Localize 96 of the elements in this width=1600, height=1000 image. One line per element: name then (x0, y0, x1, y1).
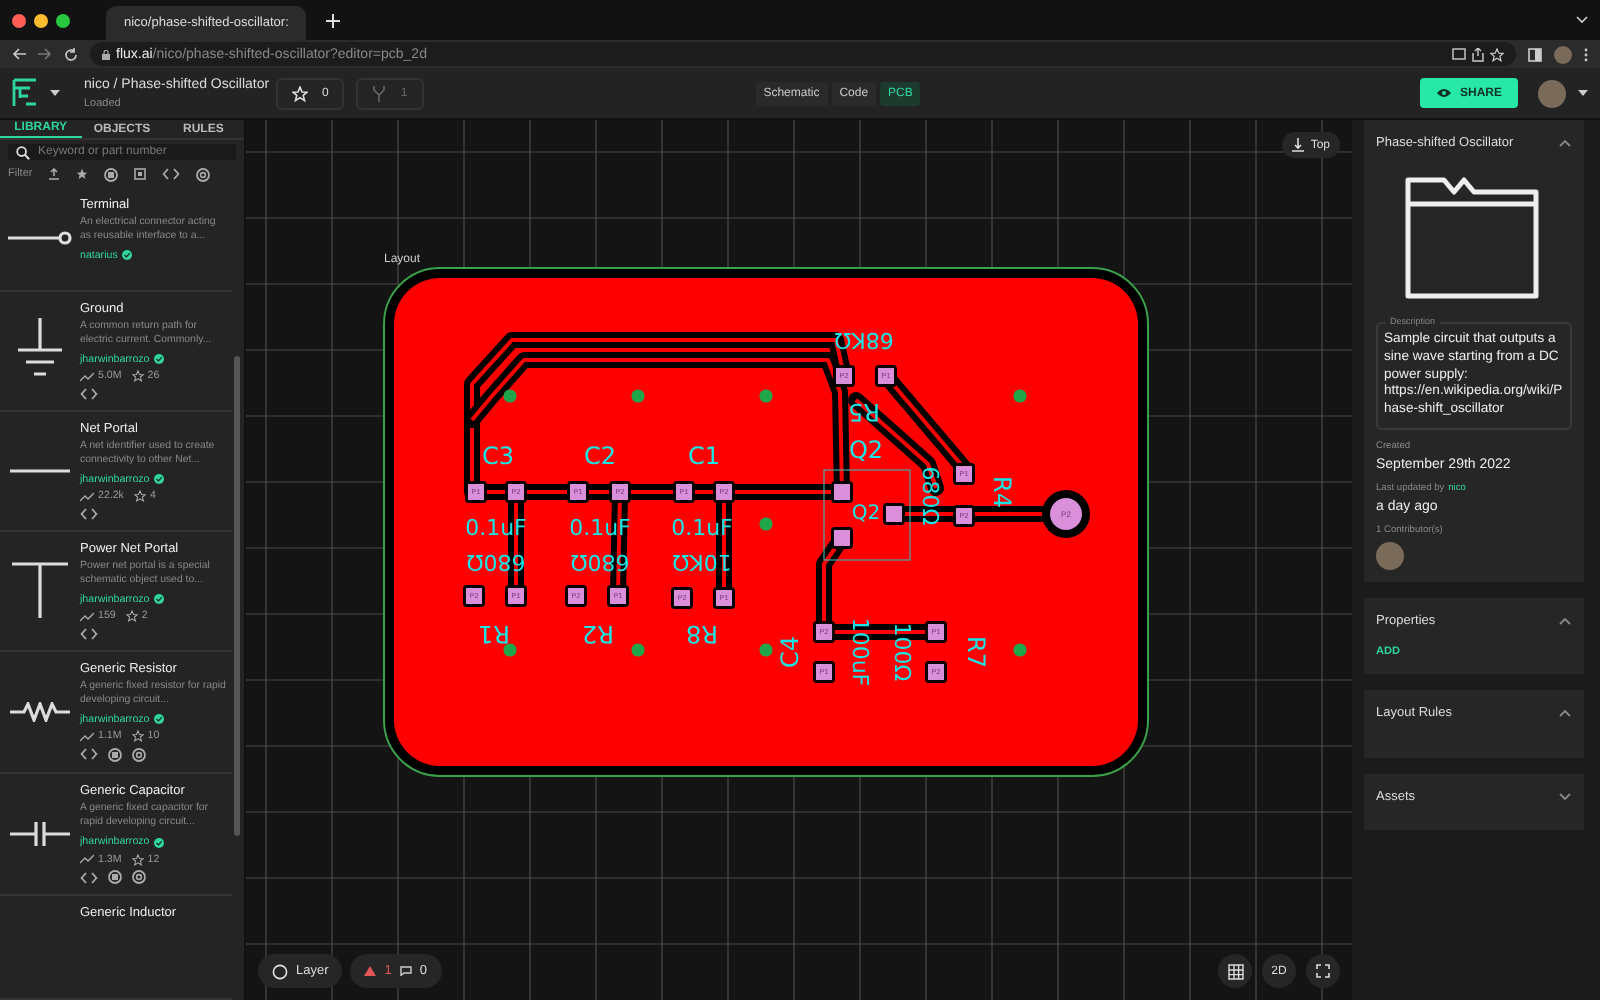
maximize-window-button[interactable] (56, 13, 70, 27)
via (759, 517, 773, 531)
power-portal-symbol (12, 562, 68, 619)
star-icon (292, 85, 308, 101)
lock-icon (102, 49, 110, 59)
designator-label: C2 (584, 442, 616, 470)
via (1013, 389, 1027, 403)
star-icon (131, 370, 144, 383)
value-label: 680Ω (570, 549, 630, 575)
via (759, 389, 773, 403)
designator-label: C4 (776, 636, 804, 668)
install-icon[interactable] (1452, 48, 1466, 60)
net-portal-symbol (10, 467, 70, 474)
value-label: 10KΩ (672, 549, 732, 575)
chevron-down-icon[interactable] (1576, 16, 1588, 24)
close-window-button[interactable] (12, 13, 26, 27)
verified-icon (153, 714, 164, 725)
forward-icon[interactable] (38, 48, 52, 60)
sidebar-icon[interactable] (1528, 47, 1542, 61)
back-icon[interactable] (12, 48, 26, 60)
via (503, 389, 517, 403)
designator-label: R8 (686, 620, 718, 648)
caret-icon[interactable] (50, 90, 60, 96)
star-icon[interactable] (1490, 47, 1504, 61)
trend-icon (80, 611, 94, 622)
via (759, 643, 773, 657)
trend-icon (80, 371, 94, 382)
designator-label: Q2 (848, 436, 884, 464)
chevron-icon[interactable] (1558, 615, 1572, 626)
pad[interactable] (831, 481, 853, 503)
verified-icon (153, 354, 164, 365)
avatar[interactable] (1554, 45, 1572, 63)
trend-icon (80, 731, 94, 742)
terminal-symbol (8, 230, 72, 247)
grid-icon (1227, 963, 1243, 979)
via (1013, 643, 1027, 657)
star-icon (131, 730, 144, 743)
avatar[interactable] (1538, 79, 1566, 107)
chip-icon (104, 167, 119, 182)
minimize-window-button[interactable] (34, 13, 48, 27)
upload-icon[interactable] (48, 168, 61, 181)
star-icon[interactable] (76, 168, 89, 181)
value-label: 100uF (847, 617, 873, 687)
value-label: 100Ω (889, 622, 915, 682)
chevron-icon[interactable] (1558, 137, 1572, 147)
via (631, 643, 645, 657)
search-icon (16, 145, 30, 160)
board-icon[interactable] (134, 168, 147, 181)
verified-icon (153, 474, 164, 485)
designator-label: R2 (582, 620, 614, 648)
designator-label: R5 (848, 398, 880, 426)
folder-icon (1404, 176, 1544, 300)
scrollbar[interactable] (234, 356, 240, 836)
via (631, 389, 645, 403)
download-icon (1292, 138, 1305, 152)
star-icon (133, 490, 146, 503)
gear-icon (196, 167, 211, 182)
trend-icon (80, 491, 94, 502)
fullscreen-icon (1316, 964, 1330, 978)
designator-label: R1 (478, 620, 510, 648)
caret-icon[interactable] (1578, 90, 1588, 96)
designator-label: Q2 (851, 503, 881, 525)
fork-icon (372, 85, 387, 101)
warning-icon (364, 966, 377, 976)
trend-icon (80, 854, 94, 864)
app-logo-icon[interactable] (12, 78, 38, 108)
avatar[interactable] (1376, 542, 1404, 571)
capacitor-symbol (10, 821, 70, 846)
comment-icon (399, 966, 412, 976)
circle-icon (272, 963, 288, 979)
reload-icon[interactable] (64, 47, 78, 61)
component-outline[interactable] (823, 469, 911, 561)
new-tab-icon[interactable] (326, 13, 340, 27)
designator-label: C1 (688, 442, 720, 470)
star-icon (125, 610, 138, 623)
chevron-icon[interactable] (1558, 707, 1572, 718)
designator-label: R7 (962, 636, 990, 668)
fullscreen-button[interactable] (1306, 954, 1340, 988)
verified-icon (153, 594, 164, 605)
grid-button[interactable] (1218, 954, 1252, 988)
designator-label: C3 (482, 442, 514, 470)
value-label: 680Ω (917, 466, 943, 526)
verified-icon (153, 837, 164, 847)
code-icon (162, 168, 181, 181)
star-icon (131, 853, 144, 865)
share-icon[interactable] (1472, 47, 1484, 61)
pad[interactable] (883, 503, 905, 525)
eye-icon (1435, 88, 1452, 98)
pad[interactable] (831, 527, 853, 549)
designator-label: R4 (988, 476, 1016, 508)
resistor-symbol (10, 701, 70, 722)
value-label: 680Ω (466, 549, 526, 575)
value-label: 68KΩ (834, 327, 894, 353)
verified-icon (121, 250, 132, 261)
chevron-icon[interactable] (1558, 791, 1572, 802)
via (503, 643, 517, 657)
